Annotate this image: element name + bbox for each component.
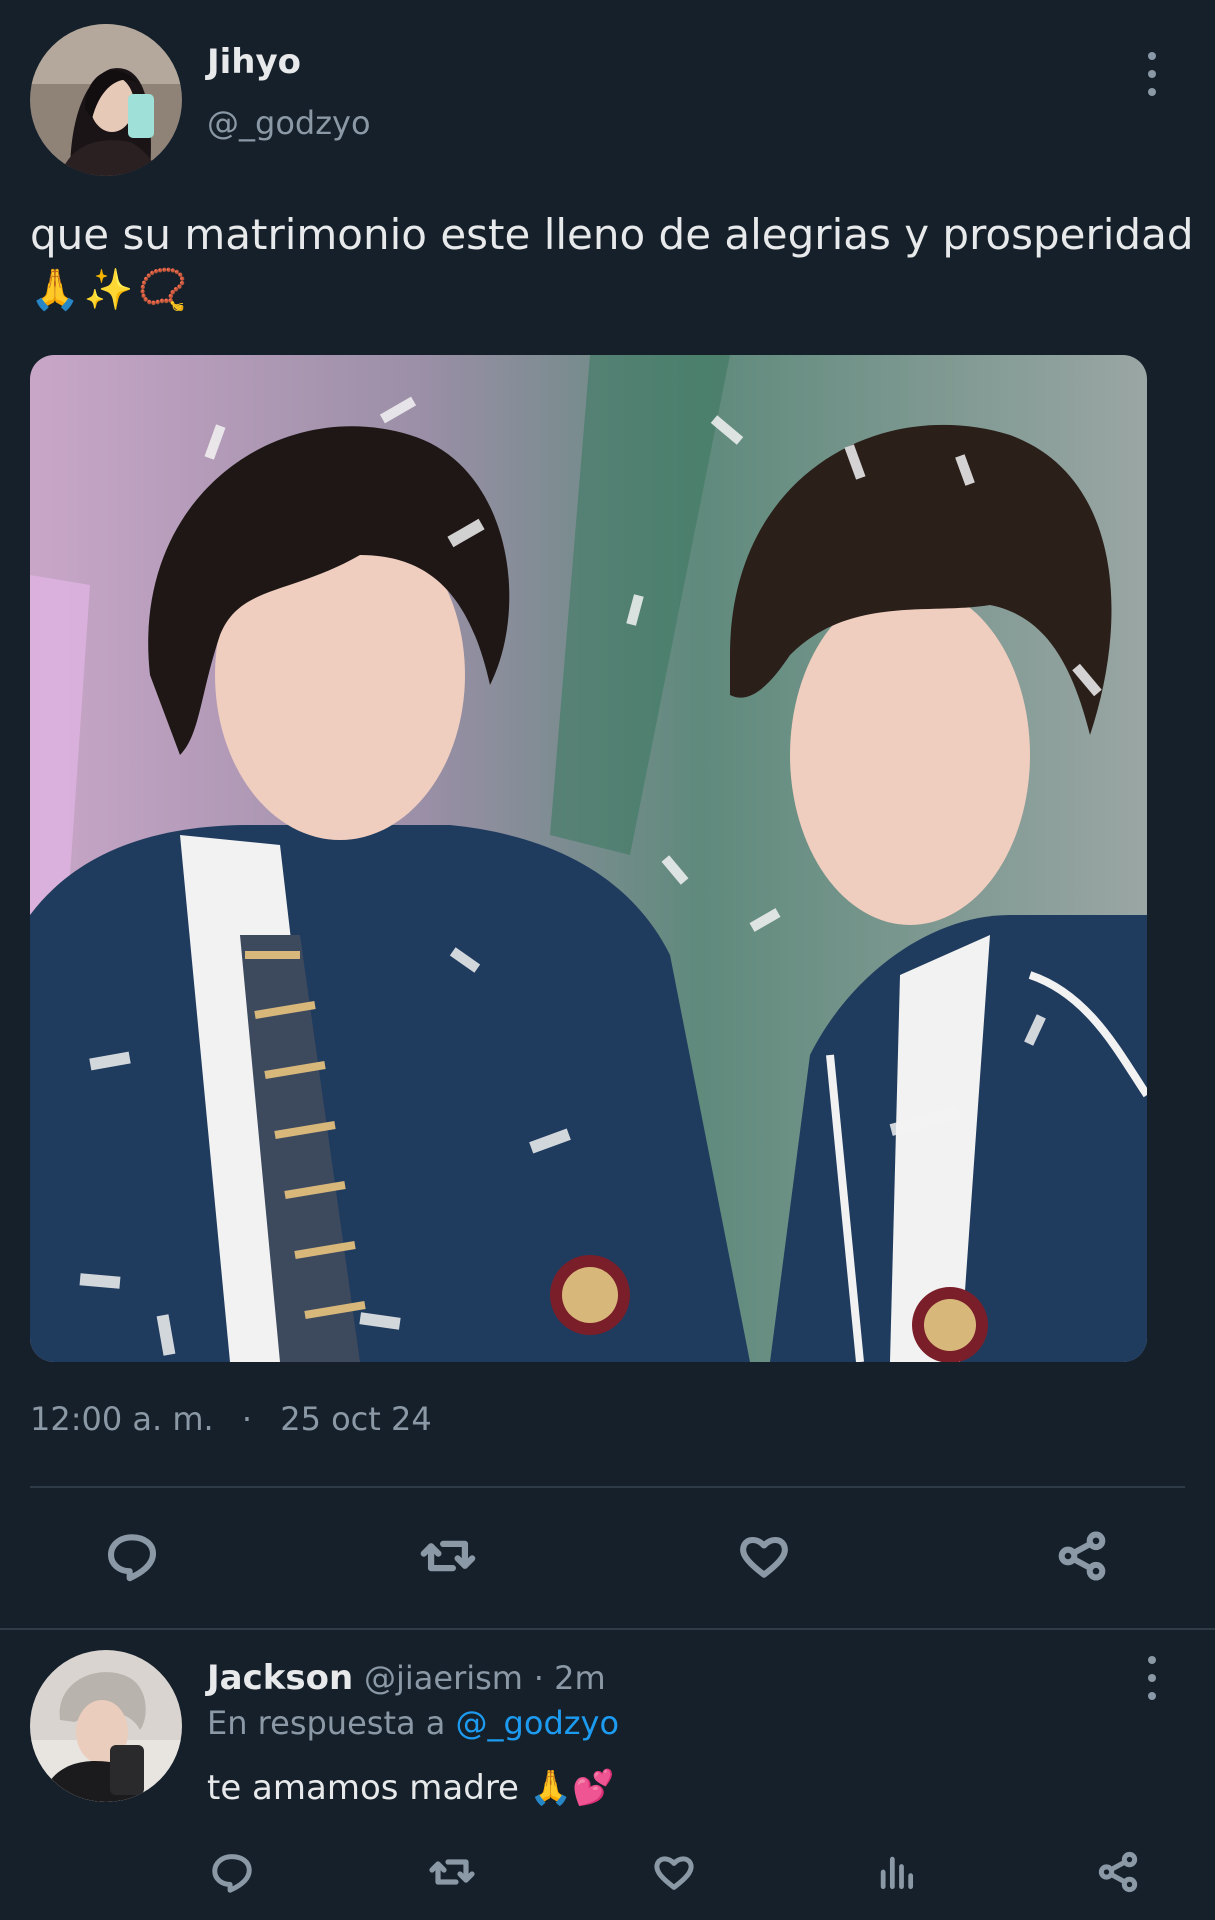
author-avatar[interactable] (30, 24, 182, 176)
reply-text: te amamos madre (207, 1768, 519, 1808)
reply-more-options-icon[interactable] (1142, 1656, 1162, 1700)
like-button[interactable] (732, 1524, 796, 1588)
reply-text-row: te amamos madre 🙏💕 (207, 1768, 614, 1808)
timestamp-separator: · (241, 1400, 253, 1438)
author-handle[interactable]: @_godzyo (207, 104, 371, 142)
author-name[interactable]: Jihyo (207, 42, 301, 82)
tweet-image[interactable] (30, 355, 1147, 1362)
reply-emojis: 🙏💕 (529, 1768, 615, 1808)
replying-to-handle[interactable]: @_godzyo (456, 1704, 620, 1742)
divider (0, 1628, 1215, 1630)
reply-retweet-button[interactable] (426, 1846, 478, 1898)
tweet-text: que su matrimonio este lleno de alegrias… (30, 210, 1194, 259)
retweet-button[interactable] (416, 1524, 480, 1588)
reply-button[interactable] (100, 1524, 164, 1588)
reply-share-button[interactable] (1092, 1846, 1144, 1898)
share-button[interactable] (1050, 1524, 1114, 1588)
share-icon (1098, 1851, 1138, 1893)
reply-reply-button[interactable] (206, 1846, 258, 1898)
divider (30, 1486, 1185, 1488)
like-icon (740, 1537, 788, 1578)
tweet-time: 12:00 a. m. (30, 1400, 214, 1438)
tweet-timestamp[interactable]: 12:00 a. m. · 25 oct 24 (30, 1400, 432, 1438)
retweet-icon (429, 1859, 475, 1885)
analytics-icon (880, 1856, 914, 1890)
more-options-icon[interactable] (1142, 52, 1162, 96)
reply-author-name[interactable]: Jackson (207, 1658, 353, 1698)
reply-analytics-button[interactable] (870, 1846, 922, 1898)
reply-author-handle[interactable]: @jiaerism (364, 1659, 523, 1697)
share-icon (1058, 1531, 1106, 1581)
reply-like-button[interactable] (648, 1846, 700, 1898)
reply-age: · 2m (533, 1659, 606, 1697)
reply-icon (107, 1534, 157, 1582)
replying-to: En respuesta a @_godzyo (207, 1704, 619, 1742)
retweet-icon (420, 1540, 476, 1572)
tweet-emojis: 🙏✨📿 (30, 267, 192, 313)
replying-prefix: En respuesta a (207, 1704, 446, 1742)
reply-author-avatar[interactable] (30, 1650, 182, 1802)
like-icon (654, 1856, 694, 1890)
reply-icon (212, 1854, 252, 1893)
tweet-date: 25 oct 24 (280, 1400, 432, 1438)
reply-header: Jackson @jiaerism · 2m (207, 1658, 606, 1698)
